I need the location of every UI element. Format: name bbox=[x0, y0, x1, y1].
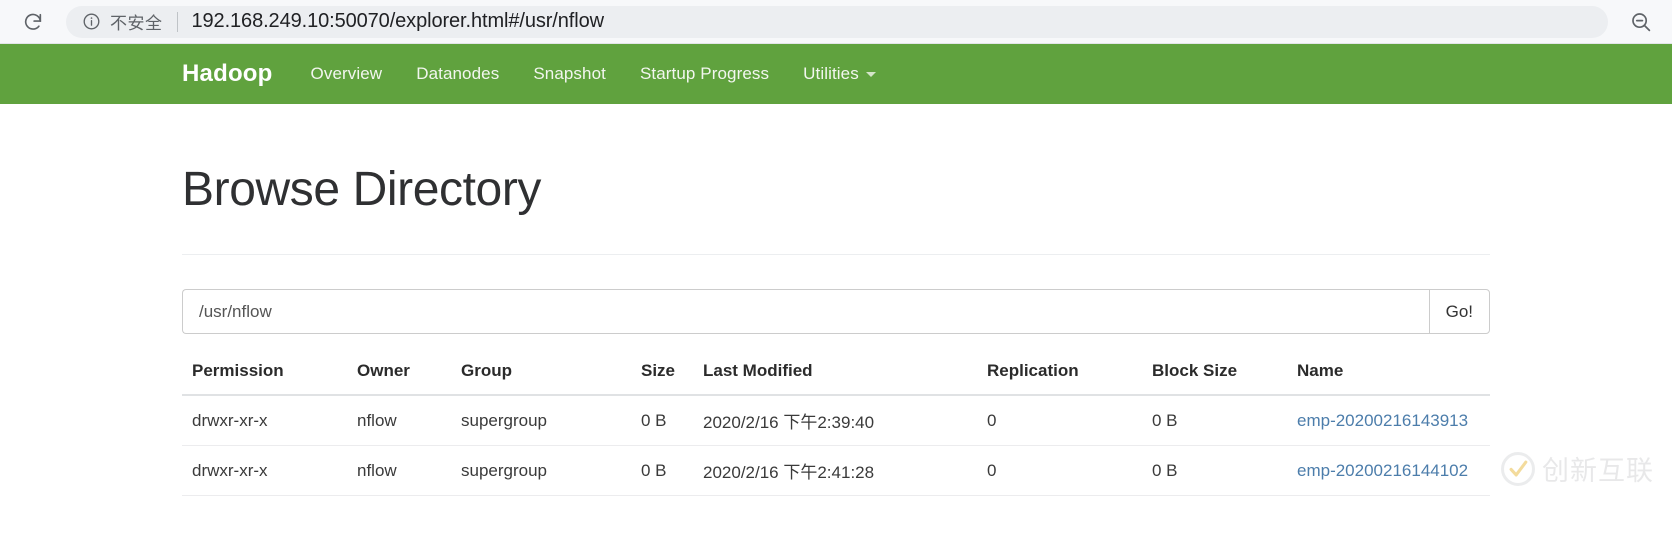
cell-size: 0 B bbox=[631, 395, 693, 446]
directory-listing-table: Permission Owner Group Size Last Modifie… bbox=[182, 361, 1490, 496]
cell-last-modified: 2020/2/16 下午2:41:28 bbox=[693, 445, 977, 496]
check-circle-logo-icon bbox=[1501, 451, 1535, 486]
zoom-out-icon[interactable] bbox=[1624, 5, 1658, 39]
column-header-permission: Permission bbox=[182, 361, 347, 396]
nav-link-utilities[interactable]: Utilities bbox=[803, 64, 876, 84]
cell-block-size: 0 B bbox=[1142, 395, 1287, 446]
table-row: drwxr-xr-x nflow supergroup 0 B 2020/2/1… bbox=[182, 445, 1490, 496]
directory-link[interactable]: emp-20200216143913 bbox=[1297, 411, 1468, 430]
security-label: 不安全 bbox=[110, 14, 163, 33]
cell-block-size: 0 B bbox=[1142, 445, 1287, 496]
column-header-name: Name bbox=[1287, 361, 1490, 396]
watermark-text: 创新互联 bbox=[1542, 456, 1654, 487]
nav-link-snapshot[interactable]: Snapshot bbox=[533, 64, 606, 84]
directory-link[interactable]: emp-20200216144102 bbox=[1297, 461, 1468, 480]
table-body: drwxr-xr-x nflow supergroup 0 B 2020/2/1… bbox=[182, 395, 1490, 496]
cell-group: supergroup bbox=[451, 395, 631, 446]
table-head: Permission Owner Group Size Last Modifie… bbox=[182, 361, 1490, 396]
page-container: Browse Directory Go! Permission Owner Gr… bbox=[0, 162, 1672, 496]
cell-permission: drwxr-xr-x bbox=[182, 395, 347, 446]
column-header-last-modified: Last Modified bbox=[693, 361, 977, 396]
page-title: Browse Directory bbox=[182, 163, 542, 216]
watermark: 创新互联 bbox=[1501, 449, 1654, 488]
info-circle-icon bbox=[82, 12, 101, 31]
nav-link-utilities-label: Utilities bbox=[803, 64, 859, 83]
cell-last-modified: 2020/2/16 下午2:39:40 bbox=[693, 395, 977, 446]
cell-name: emp-20200216143913 bbox=[1287, 395, 1490, 446]
hadoop-navbar: Hadoop Overview Datanodes Snapshot Start… bbox=[0, 44, 1672, 104]
cell-size: 0 B bbox=[631, 445, 693, 496]
reload-icon[interactable] bbox=[18, 7, 48, 37]
nav-link-overview[interactable]: Overview bbox=[311, 64, 383, 84]
cell-group: supergroup bbox=[451, 445, 631, 496]
cell-permission: drwxr-xr-x bbox=[182, 445, 347, 496]
cell-owner: nflow bbox=[347, 395, 451, 446]
navbar-brand[interactable]: Hadoop bbox=[182, 60, 273, 88]
path-input[interactable] bbox=[182, 289, 1429, 334]
cell-name: emp-20200216144102 bbox=[1287, 445, 1490, 496]
path-form: Go! bbox=[182, 289, 1490, 334]
column-header-block-size: Block Size bbox=[1142, 361, 1287, 396]
go-button[interactable]: Go! bbox=[1428, 289, 1490, 334]
table-row: drwxr-xr-x nflow supergroup 0 B 2020/2/1… bbox=[182, 395, 1490, 446]
column-header-replication: Replication bbox=[977, 361, 1142, 396]
omnibox-divider bbox=[176, 11, 178, 32]
cell-replication: 0 bbox=[977, 445, 1142, 496]
address-bar[interactable]: 不安全 192.168.249.10:50070/explorer.html#/… bbox=[66, 5, 1608, 38]
browser-toolbar: 不安全 192.168.249.10:50070/explorer.html#/… bbox=[0, 0, 1672, 44]
url-text[interactable]: 192.168.249.10:50070/explorer.html#/usr/… bbox=[192, 10, 604, 33]
nav-link-startup-progress[interactable]: Startup Progress bbox=[640, 64, 769, 84]
column-header-group: Group bbox=[451, 361, 631, 396]
security-indicator[interactable]: 不安全 bbox=[82, 9, 163, 34]
table-header-row: Permission Owner Group Size Last Modifie… bbox=[182, 361, 1490, 396]
nav-link-datanodes[interactable]: Datanodes bbox=[416, 64, 499, 84]
cell-replication: 0 bbox=[977, 395, 1142, 446]
column-header-size: Size bbox=[631, 361, 693, 396]
cell-owner: nflow bbox=[347, 445, 451, 496]
chevron-down-icon bbox=[865, 71, 876, 77]
column-header-owner: Owner bbox=[347, 361, 451, 396]
title-divider bbox=[182, 254, 1490, 255]
